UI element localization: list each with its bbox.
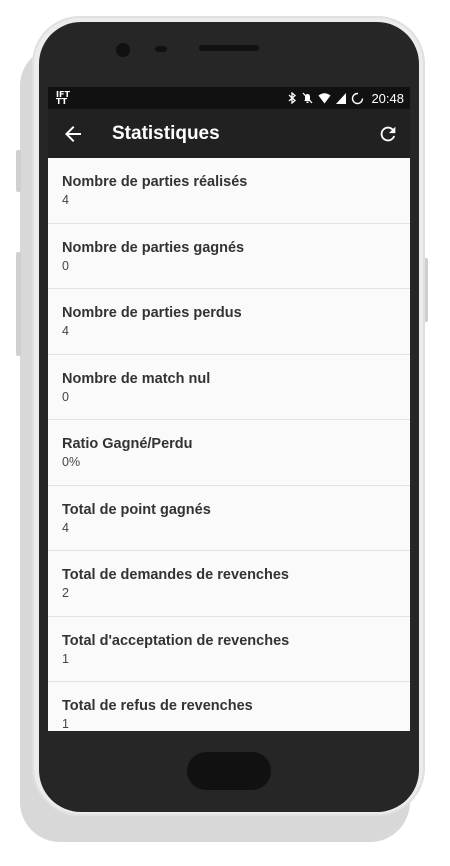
list-item[interactable]: Ratio Gagné/Perdu 0% (48, 420, 410, 486)
list-item[interactable]: Nombre de parties gagnés 0 (48, 224, 410, 289)
bluetooth-icon (289, 92, 297, 104)
speaker (199, 45, 259, 51)
stat-value: 1 (62, 651, 69, 666)
camera-icon (116, 43, 130, 57)
stat-label: Nombre de match nul (62, 370, 211, 387)
list-item[interactable]: Nombre de parties réalisés 4 (48, 158, 410, 224)
signal-icon (336, 92, 347, 104)
list-item[interactable]: Nombre de parties perdus 4 (48, 289, 410, 355)
home-button[interactable] (187, 752, 271, 790)
list-item[interactable]: Total de refus de revenches 1 (48, 682, 410, 731)
stat-value: 1 (62, 717, 69, 731)
stat-value: 4 (62, 520, 69, 535)
sensor (155, 46, 167, 52)
stat-label: Total d'acceptation de revenches (62, 632, 290, 649)
stat-value: 4 (62, 193, 69, 207)
wifi-icon (318, 92, 331, 103)
stat-label: Nombre de parties réalisés (62, 174, 248, 190)
arrow-back-icon[interactable] (61, 122, 85, 146)
status-bar: IFT TT 20:48 (48, 87, 410, 109)
page-title: Statistiques (112, 122, 220, 144)
stat-label: Total de demandes de revenches (62, 567, 289, 583)
stat-label: Ratio Gagné/Perdu (62, 436, 193, 452)
stat-value: 0% (62, 455, 81, 469)
app-bar: Statistiques (48, 109, 410, 158)
list-item[interactable]: Total de demandes de revenches 2 (48, 551, 410, 617)
status-icons: 20:48 (288, 91, 404, 106)
stat-label: Nombre de parties perdus (62, 305, 242, 321)
status-time: 20:48 (371, 90, 404, 106)
list-item[interactable]: Total de point gagnés 4 (48, 486, 410, 551)
sync-icon (352, 92, 364, 104)
stat-label: Total de refus de revenches (62, 698, 253, 714)
stat-label: Total de point gagnés (62, 501, 211, 518)
ifttt-icon: IFT TT (56, 90, 70, 106)
refresh-icon[interactable] (377, 123, 399, 145)
volume-button (16, 150, 21, 192)
screen: IFT TT 20:48 Statistiques Nombre de part… (48, 87, 410, 731)
list-item[interactable]: Total d'acceptation de revenches 1 (48, 617, 410, 682)
mute-icon (302, 92, 313, 104)
volume-button (16, 252, 21, 356)
list-item[interactable]: Nombre de match nul 0 (48, 355, 410, 420)
stat-value: 0 (62, 389, 69, 404)
stat-label: Nombre de parties gagnés (62, 239, 245, 256)
stat-value: 4 (62, 324, 69, 338)
stats-list: Nombre de parties réalisés 4 Nombre de p… (48, 158, 410, 731)
stat-value: 2 (62, 586, 69, 600)
stat-value: 0 (62, 258, 69, 273)
stage: IFT TT 20:48 Statistiques Nombre de part… (0, 0, 450, 866)
